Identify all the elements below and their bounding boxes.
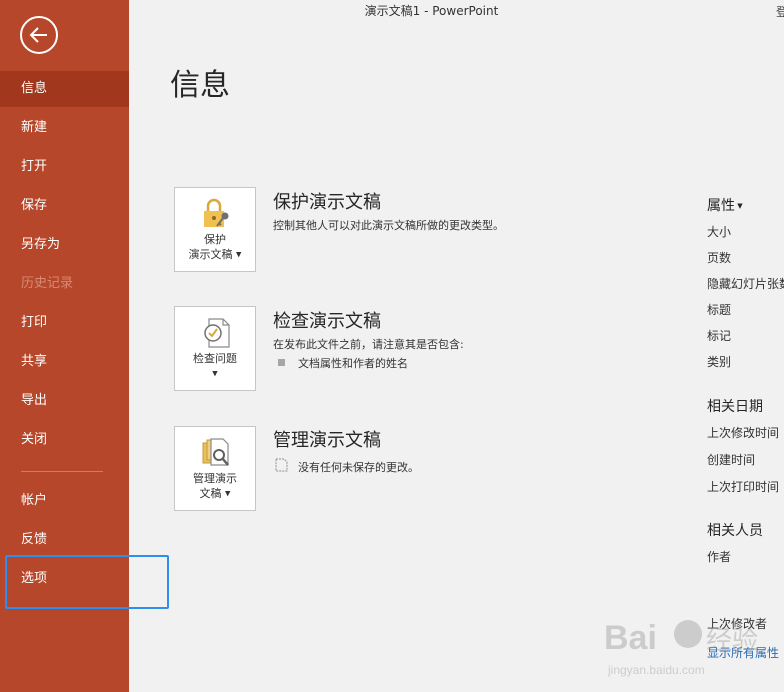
- inspect-item: 文档属性和作者的姓名: [298, 357, 408, 370]
- nav-item-close[interactable]: 关闭: [0, 422, 129, 458]
- baidu-watermark-logo: Bai 经验 jingyan.baidu.com: [604, 619, 758, 677]
- protect-presentation-button[interactable]: 保护 演示文稿 ▼: [174, 187, 256, 272]
- bullet-icon: [278, 359, 285, 366]
- prop-title: 标题: [707, 303, 732, 317]
- related-dates-header: 相关日期: [707, 399, 763, 415]
- back-button[interactable]: [20, 16, 58, 54]
- lock-key-icon: [204, 198, 229, 227]
- svg-text:Bai: Bai: [604, 619, 657, 657]
- dropdown-caret-icon: ▼: [735, 202, 743, 210]
- document-status-icon: [275, 458, 288, 472]
- inspect-desc: 在发布此文件之前，请注意其是否包含:: [273, 338, 464, 351]
- dropdown-caret-icon: ▼: [225, 489, 231, 498]
- manage-document-icon: [202, 438, 229, 466]
- manage-button-label-2: 文稿: [199, 487, 222, 500]
- properties-header-label: 属性: [707, 198, 735, 214]
- sign-in-fragment[interactable]: 登: [776, 3, 784, 20]
- nav-item-info[interactable]: 信息: [0, 71, 129, 107]
- nav-divider: [21, 471, 103, 472]
- svg-text:jingyan.baidu.com: jingyan.baidu.com: [607, 663, 705, 677]
- manage-desc: 没有任何未保存的更改。: [298, 461, 419, 474]
- inspect-title: 检查演示文稿: [273, 311, 381, 332]
- manage-presentation-button[interactable]: 管理演示 文稿 ▼: [174, 426, 256, 511]
- dropdown-caret-icon: ▼: [236, 250, 242, 259]
- prop-tags: 标记: [707, 329, 732, 343]
- prop-created: 创建时间: [707, 453, 756, 467]
- nav-item-save-as[interactable]: 另存为: [0, 227, 129, 263]
- nav-item-history: 历史记录: [21, 276, 74, 291]
- prop-pages: 页数: [707, 251, 732, 265]
- inspect-button-label: 检查问题: [193, 352, 237, 365]
- prop-author: 作者: [707, 550, 732, 564]
- related-people-header: 相关人员: [707, 523, 763, 539]
- inspect-document-icon: [204, 318, 230, 348]
- check-for-issues-button[interactable]: 检查问题 ▼: [174, 306, 256, 391]
- options-highlight-box: [5, 555, 169, 609]
- nav-item-export[interactable]: 导出: [0, 383, 129, 419]
- nav-item-open[interactable]: 打开: [0, 149, 129, 185]
- manage-title: 管理演示文稿: [273, 430, 381, 451]
- dropdown-caret-icon: ▼: [212, 369, 218, 378]
- protect-title: 保护演示文稿: [273, 192, 381, 213]
- prop-hidden-slides: 隐藏幻灯片张数: [707, 277, 784, 291]
- nav-item-share[interactable]: 共享: [0, 344, 129, 380]
- manage-button-label-1: 管理演示: [193, 472, 237, 485]
- prop-last-modified: 上次修改时间: [707, 426, 780, 440]
- window-title: 演示文稿1 - PowerPoint: [364, 4, 499, 18]
- nav-item-new[interactable]: 新建: [0, 110, 129, 146]
- protect-button-label-1: 保护: [204, 233, 226, 246]
- back-arrow-icon: [29, 27, 47, 43]
- protect-desc: 控制其他人可以对此演示文稿所做的更改类型。: [273, 219, 504, 232]
- nav-item-feedback[interactable]: 反馈: [0, 522, 129, 558]
- prop-size: 大小: [707, 225, 732, 239]
- properties-header[interactable]: 属性 ▼: [707, 195, 743, 215]
- prop-last-printed: 上次打印时间: [707, 480, 780, 494]
- nav-item-print[interactable]: 打印: [0, 305, 129, 341]
- nav-item-account[interactable]: 帐户: [0, 483, 129, 519]
- protect-button-label-2: 演示文稿: [188, 248, 233, 261]
- prop-category: 类别: [707, 355, 732, 369]
- svg-text:经验: 经验: [706, 625, 758, 655]
- page-title: 信息: [170, 68, 230, 103]
- nav-item-save[interactable]: 保存: [0, 188, 129, 224]
